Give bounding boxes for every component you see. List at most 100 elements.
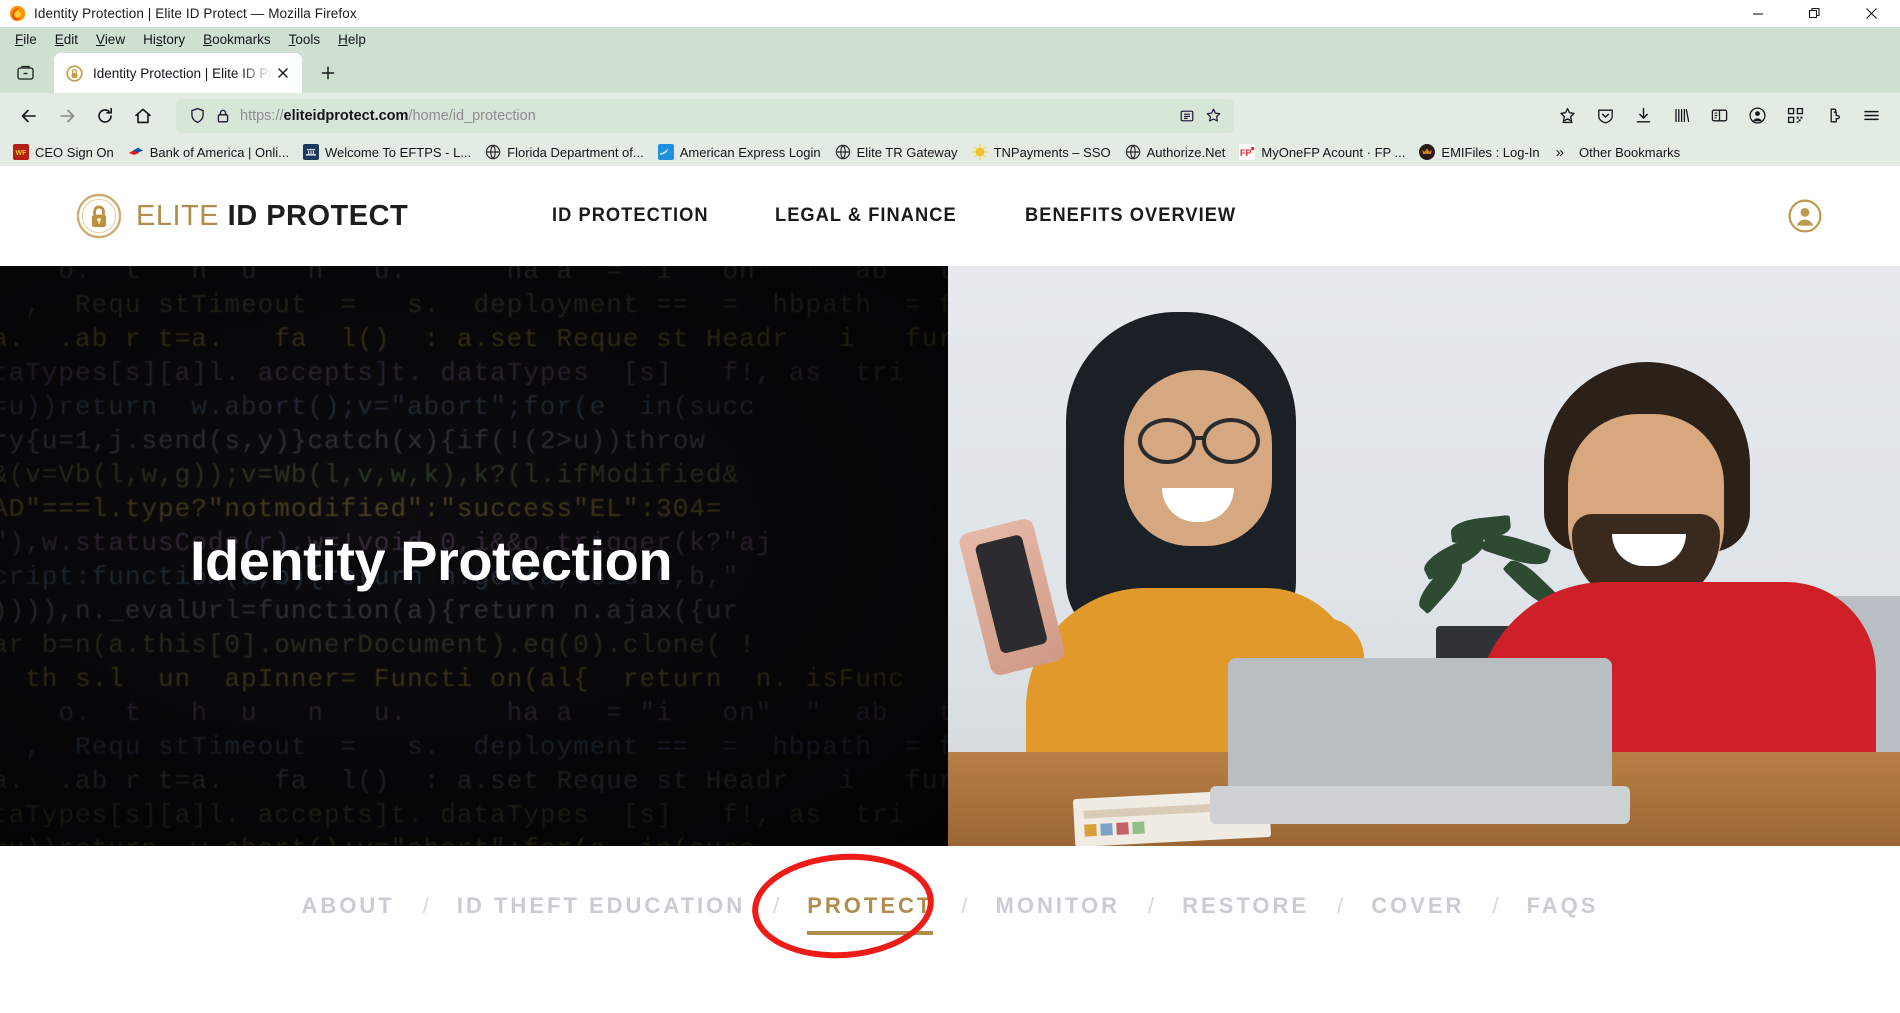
back-arrow-icon[interactable] (10, 99, 48, 133)
window-title: Identity Protection | Elite ID Protect —… (34, 6, 357, 21)
menu-help[interactable]: Help (329, 30, 375, 49)
menu-view[interactable]: View (87, 30, 134, 49)
globe-icon (485, 144, 501, 160)
library-icon[interactable] (1662, 99, 1700, 133)
other-bookmarks-label: Other Bookmarks (1579, 144, 1681, 160)
qr-code-icon[interactable] (1776, 99, 1814, 133)
other-bookmarks-folder[interactable]: Other Bookmarks (1573, 143, 1686, 162)
svg-text:FP: FP (1240, 148, 1252, 158)
globe-icon (1125, 144, 1140, 160)
bookmark-label: MyOneFP Acount · FP ... (1261, 144, 1406, 160)
bookmark-item[interactable]: WF CEO Sign On (6, 142, 121, 162)
eftps-icon (302, 144, 319, 160)
bookmark-item[interactable]: Authorize.Net (1118, 142, 1233, 162)
photo-glasses-right (1202, 418, 1260, 464)
wells-fargo-icon: WF (13, 144, 29, 160)
bookmark-item[interactable]: Elite TR Gateway (828, 142, 965, 162)
new-tab-button[interactable] (311, 56, 345, 90)
bookmark-label: CEO Sign On (35, 144, 114, 160)
fp-icon: FP (1239, 144, 1256, 160)
nav-item-benefits-overview[interactable]: BENEFITS OVERVIEW (1025, 205, 1236, 227)
account-icon[interactable] (1738, 99, 1776, 133)
bookmark-item[interactable]: TNPayments – SSO (965, 142, 1118, 162)
subnav-item-cover[interactable]: COVER (1345, 893, 1490, 919)
bookmark-label: TNPayments – SSO (993, 144, 1111, 160)
user-account-icon[interactable] (1786, 197, 1824, 235)
subnav-item-about[interactable]: ABOUT (276, 893, 421, 919)
menu-bookmarks[interactable]: Bookmarks (194, 30, 280, 49)
subnav-item-faqs[interactable]: FAQS (1501, 893, 1625, 919)
reload-icon[interactable] (86, 99, 124, 133)
menu-edit[interactable]: Edit (46, 30, 87, 49)
pocket-shield-icon[interactable] (1586, 99, 1624, 133)
reader-view-icon[interactable] (1174, 103, 1200, 129)
close-tab-icon[interactable] (272, 62, 294, 84)
padlock-icon[interactable] (210, 103, 236, 129)
browser-tab[interactable]: Identity Protection | Elite ID Pro (54, 53, 302, 93)
subnav-separator: / (422, 893, 429, 918)
sun-icon (971, 144, 988, 160)
bookmark-item[interactable]: Bank of America | Onli... (121, 142, 296, 162)
menu-tools[interactable]: Tools (280, 30, 330, 49)
minimize-button[interactable] (1729, 0, 1786, 27)
close-button[interactable] (1843, 0, 1900, 27)
crown-icon (1419, 144, 1436, 160)
gold-lock-icon (66, 64, 83, 82)
bookmark-label: Welcome To EFTPS - L... (324, 144, 472, 160)
subnav-separator: / (1337, 893, 1344, 918)
tracking-protection-shield-icon[interactable] (184, 103, 210, 129)
page-content: ELITE ID PROTECT ID PROTECTION LEGAL & F… (0, 166, 1900, 966)
nav-item-legal-finance[interactable]: LEGAL & FINANCE (775, 205, 957, 227)
photo-laptop-lid (1228, 658, 1612, 792)
home-icon[interactable] (124, 99, 162, 133)
menu-history[interactable]: History (134, 30, 194, 49)
site-logo[interactable]: ELITE ID PROTECT (76, 193, 408, 239)
section-subnav: ABOUT / ID THEFT EDUCATION / PROTECT / M… (0, 846, 1900, 966)
menu-file[interactable]: File (6, 30, 46, 49)
url-text[interactable]: https://eliteidprotect.com/home/id_prote… (240, 108, 1174, 124)
subnav-item-protect[interactable]: PROTECT (781, 893, 959, 935)
tab-title: Identity Protection | Elite ID Pro (93, 65, 272, 81)
downloads-icon[interactable] (1624, 99, 1662, 133)
url-host: eliteidprotect.com (283, 107, 409, 124)
bookmarks-overflow-icon[interactable]: » (1547, 142, 1573, 163)
list-all-tabs-icon[interactable] (6, 53, 44, 91)
bookmark-label: American Express Login (679, 144, 821, 160)
bank-of-america-icon (128, 147, 143, 155)
globe-icon (835, 144, 850, 160)
hero-code-panel: o. t h u n u. ha a = "i on" " ab t , Req… (0, 266, 948, 846)
restore-button[interactable] (1786, 0, 1843, 27)
site-header: ELITE ID PROTECT ID PROTECTION LEGAL & F… (0, 166, 1900, 266)
bookmark-star-icon[interactable] (1200, 103, 1226, 129)
navigation-toolbar: https://eliteidprotect.com/home/id_prote… (0, 93, 1900, 138)
forward-arrow-icon[interactable] (48, 99, 86, 133)
browser-toolbar-icons (1548, 99, 1890, 133)
bookmark-item[interactable]: American Express Login (651, 142, 828, 162)
bookmark-label: Elite TR Gateway (856, 144, 958, 160)
site-main-nav: ID PROTECTION LEGAL & FINANCE BENEFITS O… (552, 205, 1244, 227)
window-titlebar: Identity Protection | Elite ID Protect —… (0, 0, 1900, 27)
bookmark-label: EMIFiles : Log-In (1441, 144, 1540, 160)
logo-word-elite: ELITE (136, 199, 220, 232)
extensions-icon[interactable] (1814, 99, 1852, 133)
bookmark-item[interactable]: FP MyOneFP Acount · FP ... (1232, 142, 1412, 162)
bookmark-item[interactable]: EMIFiles : Log-In (1412, 142, 1546, 162)
sidebar-icon[interactable] (1700, 99, 1738, 133)
bookmark-label: Florida Department of... (507, 144, 644, 160)
nav-item-id-protection[interactable]: ID PROTECTION (552, 205, 709, 227)
tab-strip: Identity Protection | Elite ID Pro (0, 51, 1900, 93)
photo-laptop-base (1210, 786, 1630, 824)
save-to-pocket-star-icon[interactable] (1548, 99, 1586, 133)
address-bar[interactable]: https://eliteidprotect.com/home/id_prote… (176, 98, 1234, 133)
subnav-item-monitor[interactable]: MONITOR (970, 893, 1146, 919)
subnav-item-id-theft-education[interactable]: ID THEFT EDUCATION (431, 893, 771, 919)
hero-banner: o. t h u n u. ha a = "i on" " ab t , Req… (0, 266, 1900, 846)
bookmark-item[interactable]: Welcome To EFTPS - L... (296, 142, 478, 162)
firefox-logo-icon (9, 5, 26, 22)
photo-glasses-bridge (1194, 436, 1206, 440)
bookmark-label: Authorize.Net (1146, 144, 1226, 160)
svg-text:WF: WF (16, 150, 28, 157)
subnav-item-restore[interactable]: RESTORE (1156, 893, 1335, 919)
application-menu-icon[interactable] (1852, 99, 1890, 133)
bookmark-item[interactable]: Florida Department of... (478, 142, 651, 162)
